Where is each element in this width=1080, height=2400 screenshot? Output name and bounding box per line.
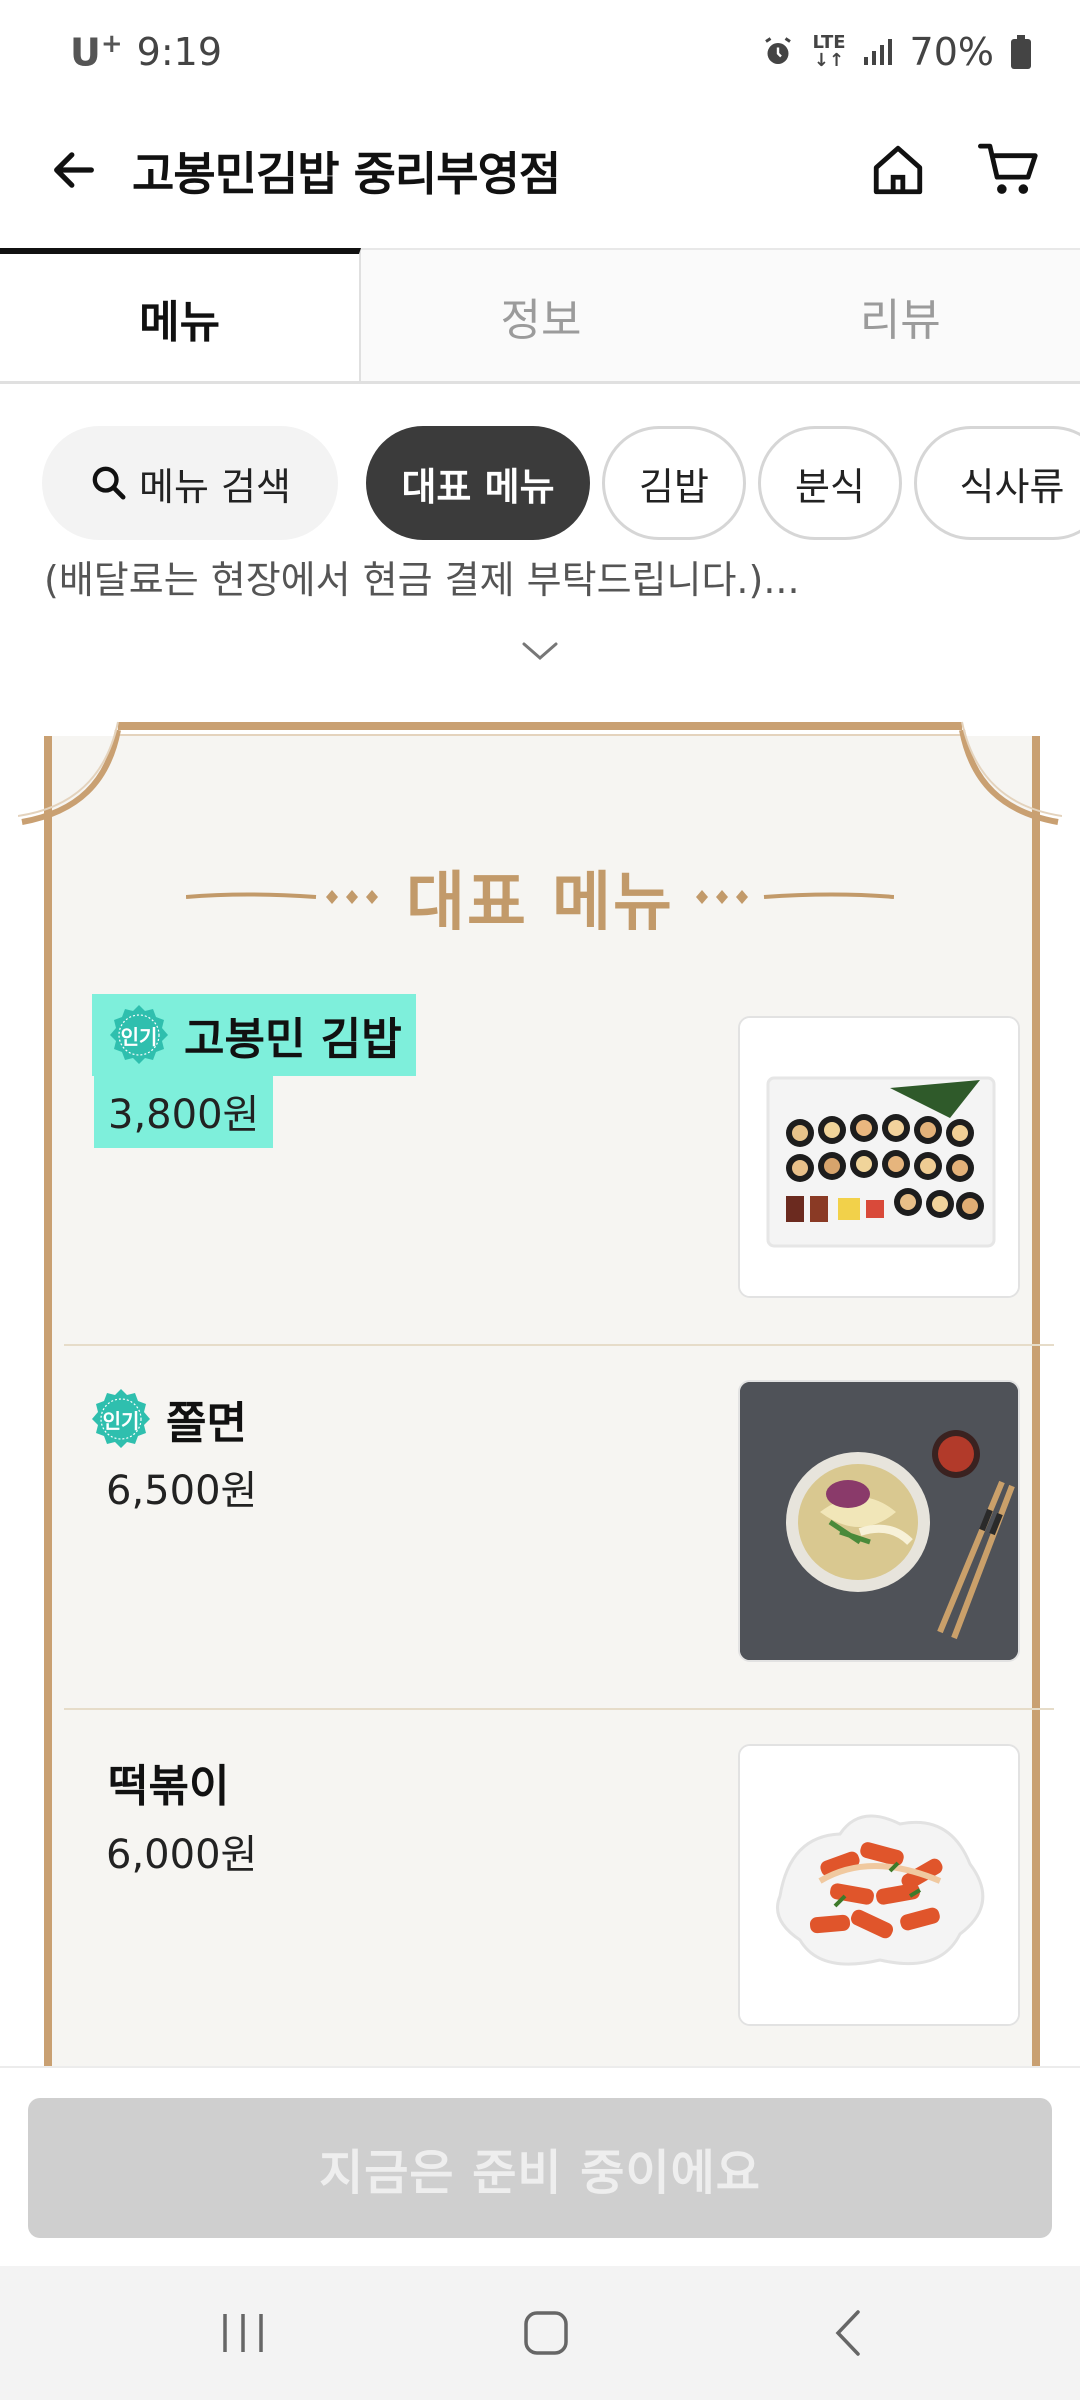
preparing-button[interactable]: 지금은 준비 중이에요 xyxy=(28,2098,1052,2238)
jjolmyeon-bowl-photo xyxy=(738,1380,1020,1662)
menu-search-button[interactable]: 메뉴 검색 xyxy=(42,426,338,540)
board-top-trim xyxy=(118,722,962,736)
item-name-row: 인기 고봉민 김밥 xyxy=(92,994,416,1076)
board-corner-ornament-left xyxy=(18,721,121,825)
search-icon xyxy=(92,466,126,500)
board-title: 대표 메뉴 xyxy=(406,866,674,940)
alarm-icon xyxy=(760,34,796,70)
recent-apps-icon[interactable] xyxy=(204,2296,284,2370)
data-arrows: ↓↑ xyxy=(813,50,845,71)
tteokbokki-plate-photo xyxy=(738,1744,1020,2026)
item-name: 떡볶이 xyxy=(108,1761,230,1812)
lte-icon: LTE ↓↑ xyxy=(812,34,845,70)
ornament-left-icon xyxy=(186,882,386,912)
cart-icon[interactable] xyxy=(970,134,1048,206)
popular-badge-label: 인기 xyxy=(102,1408,140,1433)
tab-review[interactable]: 리뷰 xyxy=(720,248,1080,381)
battery-icon xyxy=(1010,35,1032,69)
order-cta-bar: 지금은 준비 중이에요 xyxy=(0,2066,1080,2266)
board-corner-ornament-right xyxy=(959,721,1062,825)
item-price: 6,500원 xyxy=(106,1468,258,1514)
item-price: 3,800원 xyxy=(94,1074,274,1148)
popular-badge-icon: 인기 xyxy=(106,1002,172,1068)
app-header: 고봉민김밥 중리부영점 xyxy=(0,110,1080,230)
back-nav-icon[interactable] xyxy=(808,2296,888,2370)
category-chips: 메뉴 검색 대표 메뉴 김밥 분식 식사류 xyxy=(0,384,1080,580)
chip-kimbap[interactable]: 김밥 xyxy=(602,426,746,540)
tab-menu[interactable]: 메뉴 xyxy=(0,248,362,381)
home-icon[interactable] xyxy=(862,134,934,206)
item-name: 고봉민 김밥 xyxy=(184,1014,402,1065)
system-navigation-bar xyxy=(0,2266,1080,2400)
battery-percent: 70% xyxy=(909,30,994,74)
chip-signature-menu[interactable]: 대표 메뉴 xyxy=(366,426,590,540)
carrier-label: U+ xyxy=(70,29,123,75)
popular-badge-icon: 인기 xyxy=(88,1386,154,1452)
tab-info[interactable]: 정보 xyxy=(361,248,721,381)
clock: 9:19 xyxy=(136,30,222,74)
menu-item-jjolmyeon[interactable]: 인기 쫄면 6,500원 xyxy=(64,1346,1054,1710)
search-label: 메뉴 검색 xyxy=(139,464,291,509)
status-bar: U+ 9:19 LTE ↓↑ 70% xyxy=(0,0,1080,104)
store-notice-text: (배달료는 현장에서 현금 결제 부탁드립니다.)... xyxy=(44,560,800,600)
item-name-row: 떡볶이 xyxy=(108,1750,229,1814)
menu-item-tteokbokki[interactable]: 떡볶이 6,000원 xyxy=(64,1710,1054,2074)
ornament-right-icon xyxy=(694,882,894,912)
carrier-plus: + xyxy=(100,29,123,60)
signature-menu-board: 대표 메뉴 인기 고봉민 김밥 3,800원 인기 쫄면 6,500원 떡볶이 … xyxy=(18,712,1062,2136)
home-nav-icon[interactable] xyxy=(506,2296,586,2370)
chip-meals[interactable]: 식사류 xyxy=(914,426,1080,540)
item-name-row: 인기 쫄면 xyxy=(88,1386,247,1452)
back-arrow-icon[interactable] xyxy=(40,136,108,204)
chip-bunsik[interactable]: 분식 xyxy=(758,426,902,540)
kimbap-plate-photo xyxy=(738,1016,1020,1298)
menu-item-gobongmin-kimbap[interactable]: 인기 고봉민 김밥 3,800원 xyxy=(64,982,1054,1346)
page-title: 고봉민김밥 중리부영점 xyxy=(132,147,561,201)
signal-icon xyxy=(862,37,894,67)
store-tabs: 메뉴 정보 리뷰 xyxy=(0,248,1080,384)
chevron-down-icon[interactable] xyxy=(516,632,564,672)
carrier-name: U xyxy=(70,30,101,75)
item-price: 6,000원 xyxy=(106,1832,258,1878)
popular-badge-label: 인기 xyxy=(120,1024,158,1049)
board-heading: 대표 메뉴 xyxy=(18,852,1062,942)
item-name: 쫄면 xyxy=(166,1398,247,1449)
